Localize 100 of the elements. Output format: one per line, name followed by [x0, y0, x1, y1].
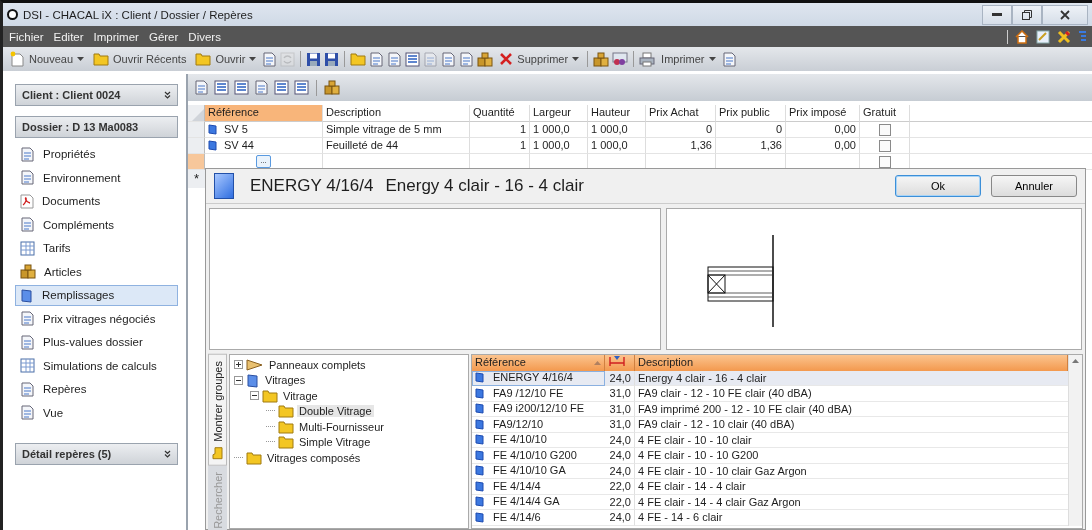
table-cell[interactable]: FE 4/14/4: [472, 479, 605, 495]
menu-item[interactable]: Editer: [53, 29, 84, 44]
people-icon[interactable]: [612, 51, 629, 67]
printer-icon[interactable]: [639, 51, 656, 67]
list-icon[interactable]: [234, 80, 249, 95]
toolbar-button[interactable]: Nouveau: [7, 50, 88, 68]
boxes-icon[interactable]: [593, 51, 610, 67]
sidebar-item[interactable]: Repères: [15, 379, 178, 400]
document-icon[interactable]: [441, 51, 457, 67]
notepad-icon[interactable]: [1036, 29, 1050, 44]
column-header[interactable]: Prix imposé: [786, 105, 860, 122]
document-icon[interactable]: [387, 51, 403, 67]
list-icon[interactable]: [405, 51, 421, 67]
panel-header[interactable]: Client : Client 0024: [15, 84, 178, 106]
column-header[interactable]: Hauteur: [588, 105, 646, 122]
collapse-icon[interactable]: [250, 391, 259, 401]
tree-item[interactable]: Double Vitrage: [297, 405, 374, 418]
browse-button[interactable]: ...: [256, 155, 271, 168]
boxes-icon[interactable]: [477, 51, 494, 67]
column-header[interactable]: Description: [323, 105, 470, 122]
list-icon[interactable]: [274, 80, 289, 95]
column-header[interactable]: Largeur: [530, 105, 588, 122]
expand-icon[interactable]: [234, 360, 243, 370]
toolbar-button[interactable]: Imprimer: [658, 52, 719, 66]
table-cell[interactable]: FE 4/10/10: [472, 432, 605, 448]
tree-item[interactable]: Simple Vitrage: [297, 436, 373, 449]
column-header[interactable]: Prix Achat: [646, 105, 716, 122]
list-icon[interactable]: [214, 80, 229, 95]
tree-item[interactable]: Multi-Fournisseur: [297, 420, 386, 433]
tree-item[interactable]: Vitrages: [263, 374, 308, 387]
checkbox[interactable]: [878, 124, 891, 136]
side-tab[interactable]: Montrer groupes: [208, 354, 227, 466]
caret-icon[interactable]: [77, 57, 85, 61]
column-header[interactable]: Description: [635, 355, 1068, 371]
table-cell[interactable]: FE 4/14/4 GA: [472, 494, 605, 510]
restore-button[interactable]: [1012, 4, 1042, 25]
column-header[interactable]: Quantité: [470, 105, 530, 122]
sidebar-item[interactable]: Articles: [15, 261, 178, 282]
document-icon[interactable]: [254, 80, 269, 95]
menu-item[interactable]: Divers: [188, 29, 221, 44]
column-header[interactable]: Référence: [472, 355, 605, 371]
document-icon[interactable]: [262, 51, 278, 67]
chevron-icon[interactable]: [164, 91, 171, 99]
folder-icon[interactable]: [350, 52, 367, 66]
chevron-icon[interactable]: [164, 450, 171, 458]
table-cell: 1 000,0: [588, 138, 646, 154]
list-icon[interactable]: [294, 80, 309, 95]
sidebar-item[interactable]: Documents: [15, 191, 178, 212]
sidebar-item[interactable]: Remplissages: [15, 285, 178, 306]
dialog-button[interactable]: Annuler: [991, 175, 1077, 197]
table-cell: FA9 clair - 12 - 10 FE clair (40 dBA): [635, 386, 1068, 402]
toolbar-button[interactable]: Ouvrir Récents: [90, 51, 190, 67]
toolbar-button[interactable]: Ouvrir: [192, 51, 260, 67]
menu-item[interactable]: Fichier: [9, 29, 44, 44]
tree-item[interactable]: Vitrage: [281, 389, 320, 402]
panel-header[interactable]: Détail repères (5): [15, 443, 178, 465]
close-button[interactable]: [1042, 4, 1088, 25]
menu-item[interactable]: Imprimer: [93, 29, 139, 44]
sidebar-item[interactable]: Propriétés: [15, 144, 178, 165]
document-icon[interactable]: [459, 51, 475, 67]
panel-header[interactable]: Dossier : D 13 Ma0083: [15, 116, 178, 138]
home-icon[interactable]: [1015, 29, 1029, 44]
document-icon[interactable]: [369, 51, 385, 67]
sidebar-item[interactable]: Simulations de calculs: [15, 355, 178, 376]
tree-item[interactable]: Vitrages composés: [265, 451, 363, 464]
minimize-button[interactable]: [982, 4, 1012, 25]
table-cell[interactable]: FE 4/10/10 G200: [472, 448, 605, 464]
boxes-icon[interactable]: [324, 80, 340, 95]
table-cell[interactable]: FE 4/10/10 GA: [472, 463, 605, 479]
caret-icon[interactable]: [708, 57, 716, 61]
sidebar-item[interactable]: Prix vitrages négociés: [15, 308, 178, 329]
column-header[interactable]: Référence: [205, 105, 323, 122]
caret-icon[interactable]: [249, 57, 257, 61]
caret-icon[interactable]: [572, 57, 580, 61]
sidebar-item[interactable]: Environnement: [15, 167, 178, 188]
collapse-icon[interactable]: [234, 375, 243, 385]
sidebar-item[interactable]: Plus-values dossier: [15, 332, 178, 353]
glass-pane-icon: [475, 387, 485, 399]
document-icon[interactable]: [721, 51, 737, 67]
sidebar-item[interactable]: Tarifs: [15, 238, 178, 259]
table-cell[interactable]: FE 4/14/6: [472, 510, 605, 526]
sidebar-item[interactable]: Vue: [15, 402, 178, 423]
tree-item[interactable]: Panneaux complets: [267, 358, 368, 371]
table-cell[interactable]: FA9 i200/12/10 FE: [472, 401, 605, 417]
document-icon[interactable]: [194, 80, 209, 95]
checkbox[interactable]: [878, 140, 891, 152]
document-icon: [20, 334, 35, 350]
scroll-up-icon[interactable]: [1072, 359, 1079, 363]
toolbar-button[interactable]: Supprimer: [496, 51, 583, 67]
tools-icon[interactable]: [1057, 29, 1071, 44]
column-header[interactable]: Gratuit: [860, 105, 910, 122]
column-header[interactable]: Prix public: [716, 105, 786, 122]
glass-pane-icon: [475, 434, 485, 446]
menu-item[interactable]: Gérer: [148, 29, 179, 44]
table-cell[interactable]: FA9 /12/10 FE: [472, 386, 605, 402]
table-cell[interactable]: FA9/12/10: [472, 417, 605, 433]
checkbox[interactable]: [878, 156, 891, 168]
tree-view-icon[interactable]: [1078, 29, 1086, 44]
sidebar-item[interactable]: Compléments: [15, 214, 178, 235]
dialog-button[interactable]: Ok: [895, 175, 981, 197]
